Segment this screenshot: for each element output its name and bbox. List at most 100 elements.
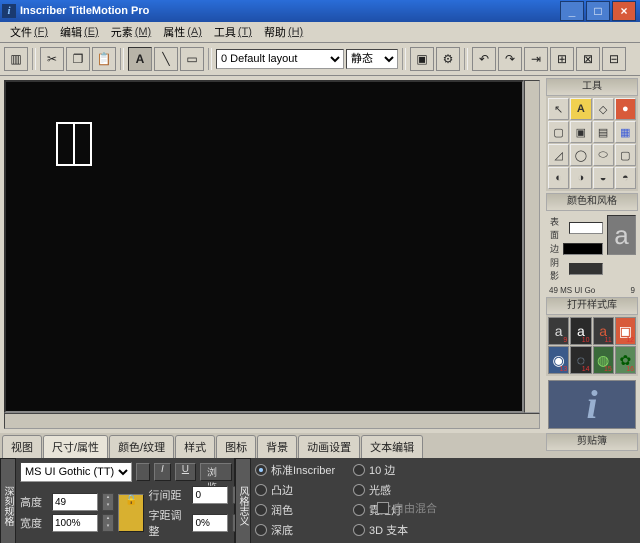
tool-c4[interactable]: ◓ <box>615 167 636 189</box>
tb-6-button[interactable]: ⊞ <box>550 47 574 71</box>
tool-arrow[interactable]: ↖ <box>548 98 569 120</box>
style-thumb-2[interactable]: a11 <box>593 317 614 345</box>
underline-button[interactable]: U <box>175 463 196 481</box>
radio-std[interactable]: 标准Inscriber <box>255 462 345 478</box>
redo-button[interactable]: ↷ <box>498 47 522 71</box>
leading-label: 行间距 <box>148 487 188 503</box>
menu-element[interactable]: 元素(M) <box>105 22 158 42</box>
style-thumb-7[interactable]: ✿16 <box>615 346 636 374</box>
style-thumb-5[interactable]: ◌14 <box>570 346 591 374</box>
menubar: 文件(F) 编辑(E) 元素(M) 属性(A) 工具(T) 帮助(H) <box>0 22 640 43</box>
undo-button[interactable]: ↶ <box>472 47 496 71</box>
leading-input[interactable] <box>192 486 228 504</box>
tab-2[interactable]: 颜色/纹理 <box>109 435 174 458</box>
style-thumb-3[interactable]: ▣12 <box>615 317 636 345</box>
tab-3[interactable]: 样式 <box>175 435 215 458</box>
browse-button[interactable]: 浏览... <box>200 463 232 481</box>
new-doc-button[interactable]: ▥ <box>4 47 28 71</box>
surface-swatch[interactable] <box>569 222 603 234</box>
copy-button[interactable]: ❐ <box>66 47 90 71</box>
line-tool-button[interactable]: ╲ <box>154 47 178 71</box>
bold-button[interactable] <box>136 463 150 481</box>
tools-title: 工具 <box>546 78 638 96</box>
style-thumb-0[interactable]: a9 <box>548 317 569 345</box>
shadow-swatch[interactable] <box>569 263 603 275</box>
tools-panel: 工具 ↖ A ◇ ● ▢ ▣ ▤ ▦ ◿ ◯ ⬭ ▢ ◐ ◑ ◒ ◓ <box>546 78 638 191</box>
tab-7[interactable]: 文本编辑 <box>361 435 423 458</box>
colorstyle-title: 颜色和风格 <box>546 193 638 211</box>
kern-label: 字距调整 <box>148 507 188 539</box>
state-select[interactable]: 静态 <box>346 49 398 69</box>
app-icon: i <box>2 4 16 18</box>
tool-c1[interactable]: ◐ <box>548 167 569 189</box>
menu-tool[interactable]: 工具(T) <box>208 22 258 42</box>
app-title: Inscriber TitleMotion Pro <box>20 5 149 17</box>
italic-button[interactable]: I <box>154 463 171 481</box>
tb-8-button[interactable]: ⊟ <box>602 47 626 71</box>
tool-c3[interactable]: ◒ <box>593 167 614 189</box>
tool-c2[interactable]: ◑ <box>570 167 591 189</box>
lock-button[interactable]: 🔒 <box>118 494 144 532</box>
vtab-right[interactable]: 风格志义 <box>235 458 251 543</box>
tab-0[interactable]: 视图 <box>2 435 42 458</box>
bottom-panel: 深刻规格 MS UI Gothic (TT) I U 浏览... 高度▴▾ 宽度… <box>0 458 640 543</box>
close-button[interactable]: × <box>612 1 636 21</box>
style-thumb-1[interactable]: a10 <box>570 317 591 345</box>
edge-swatch[interactable] <box>563 243 603 255</box>
tab-5[interactable]: 背景 <box>257 435 297 458</box>
paste-button[interactable]: 📋 <box>92 47 116 71</box>
height-input[interactable] <box>52 493 98 511</box>
settings-button[interactable]: ⚙ <box>436 47 460 71</box>
tool-ell[interactable]: ⬭ <box>593 144 614 166</box>
big-preview[interactable]: i <box>548 380 636 429</box>
tool-sq2[interactable]: ▣ <box>570 121 591 143</box>
width-input[interactable] <box>52 514 98 532</box>
menu-help[interactable]: 帮助(H) <box>258 22 309 42</box>
tab-4[interactable]: 图标 <box>216 435 256 458</box>
vtab-left[interactable]: 深刻规格 <box>0 458 16 543</box>
tab-1[interactable]: 尺寸/属性 <box>43 435 108 458</box>
height-spin[interactable]: ▴▾ <box>102 493 114 511</box>
side-panel: 工具 ↖ A ◇ ● ▢ ▣ ▤ ▦ ◿ ◯ ⬭ ▢ ◐ ◑ ◒ ◓ 颜色 <box>544 76 640 433</box>
maximize-button[interactable]: □ <box>586 1 610 21</box>
main-toolbar: ▥ ✂ ❐ 📋 A ╲ ▭ 0 Default layout 静态 ▣ ⚙ ↶ … <box>0 43 640 76</box>
tool-sq1[interactable]: ▢ <box>548 121 569 143</box>
tb-5-button[interactable]: ⇥ <box>524 47 548 71</box>
image-button[interactable]: ▣ <box>410 47 434 71</box>
tool-tri[interactable]: ◿ <box>548 144 569 166</box>
width-spin[interactable]: ▴▾ <box>102 514 114 532</box>
canvas-hscroll[interactable] <box>4 413 540 429</box>
menu-edit[interactable]: 编辑(E) <box>54 22 105 42</box>
menu-file[interactable]: 文件(F) <box>4 22 54 42</box>
tab-6[interactable]: 动画设置 <box>298 435 360 458</box>
tb-7-button[interactable]: ⊠ <box>576 47 600 71</box>
tool-text[interactable]: A <box>570 98 591 120</box>
tool-sq5[interactable]: ▢ <box>615 144 636 166</box>
canvas[interactable] <box>4 80 524 413</box>
radio-smooth[interactable]: 润色 <box>255 502 345 518</box>
style-thumb-6[interactable]: ◍15 <box>593 346 614 374</box>
width-label: 宽度 <box>20 515 48 531</box>
tool-sq3[interactable]: ▤ <box>593 121 614 143</box>
minimize-button[interactable]: _ <box>560 1 584 21</box>
layout-select[interactable]: 0 Default layout <box>216 49 344 69</box>
tool-circ[interactable]: ◯ <box>570 144 591 166</box>
style-preview[interactable]: a <box>607 215 636 255</box>
menu-attribute[interactable]: 属性(A) <box>157 22 208 42</box>
radio-deep[interactable]: 深底 <box>255 522 345 538</box>
tool-sq4[interactable]: ▦ <box>615 121 636 143</box>
text-tool-button[interactable]: A <box>128 47 152 71</box>
cut-button[interactable]: ✂ <box>40 47 64 71</box>
canvas-vscroll[interactable] <box>524 80 540 413</box>
tool-path[interactable]: ◇ <box>593 98 614 120</box>
tool-rec[interactable]: ● <box>615 98 636 120</box>
clipboard-title[interactable]: 剪贴簿 <box>546 433 638 451</box>
surface-label: 表面 <box>550 215 565 241</box>
font-select[interactable]: MS UI Gothic (TT) <box>20 462 132 482</box>
radio-emboss[interactable]: 凸边 <box>255 482 345 498</box>
kern-input[interactable] <box>192 514 228 532</box>
style-thumb-4[interactable]: ◉13 <box>548 346 569 374</box>
rect-tool-button[interactable]: ▭ <box>180 47 204 71</box>
free-mix-check[interactable]: 自由混合 <box>377 460 437 543</box>
colorstyle-panel: 颜色和风格 表面 边 阴影 a 49 MS UI Go9 <box>546 193 638 295</box>
